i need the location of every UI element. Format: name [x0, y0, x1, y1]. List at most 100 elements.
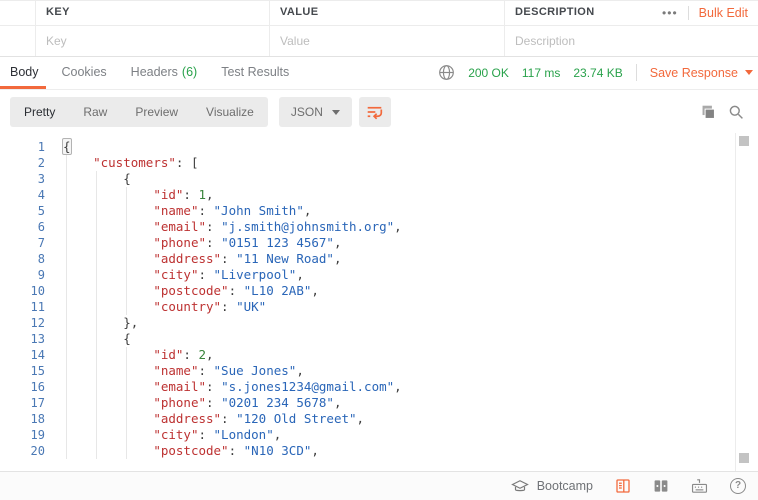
line-number: 3	[0, 171, 45, 187]
code-line-content: "id": 1,	[63, 187, 214, 203]
bulk-edit-button[interactable]: Bulk Edit	[699, 6, 748, 20]
view-mode-raw[interactable]: Raw	[69, 97, 121, 127]
save-response-label: Save Response	[650, 66, 738, 80]
params-table: KEY VALUE DESCRIPTION ••• Bulk Edit	[0, 0, 758, 57]
code-line: 12 },	[0, 315, 758, 331]
code-line: 17 "phone": "0201 234 5678",	[0, 395, 758, 411]
line-number: 1	[0, 139, 45, 155]
tab-cookies-label: Cookies	[62, 65, 107, 79]
code-line-content: {	[63, 139, 71, 155]
code-line: 4 "id": 1,	[0, 187, 758, 203]
code-line: 9 "city": "Liverpool",	[0, 267, 758, 283]
code-line-content: "country": "UK"	[63, 299, 266, 315]
more-options-button[interactable]: •••	[662, 3, 678, 23]
row-handle-cell	[0, 1, 36, 25]
value-input[interactable]	[270, 26, 504, 56]
code-editor[interactable]: 1{2 "customers": [3 {4 "id": 1,5 "name":…	[0, 133, 758, 471]
code-line: 13 {	[0, 331, 758, 347]
copy-icon[interactable]	[700, 104, 717, 121]
tab-test-results-label: Test Results	[221, 65, 289, 79]
line-number: 18	[0, 411, 45, 427]
scrollbar-thumb[interactable]	[739, 136, 749, 146]
view-mode-pretty[interactable]: Pretty	[10, 97, 69, 127]
code-line-content: },	[63, 315, 138, 331]
code-line: 18 "address": "120 Old Street",	[0, 411, 758, 427]
code-line: 1{	[0, 139, 758, 155]
search-icon[interactable]	[728, 104, 744, 120]
toolbar-right-icons	[700, 97, 744, 127]
tab-body[interactable]: Body	[0, 56, 50, 89]
code-line-content: "email": "s.jones1234@gmail.com",	[63, 379, 402, 395]
code-line-content: "postcode": "L10 2AB",	[63, 283, 319, 299]
tab-test-results[interactable]: Test Results	[209, 56, 301, 89]
line-number: 15	[0, 363, 45, 379]
scrollbar-thumb[interactable]	[739, 453, 749, 463]
response-time: 117 ms	[522, 66, 560, 80]
line-number: 17	[0, 395, 45, 411]
response-size: 23.74 KB	[573, 66, 622, 80]
column-header-value: VALUE	[270, 1, 505, 25]
line-number: 10	[0, 283, 45, 299]
code-line-content: "name": "John Smith",	[63, 203, 311, 219]
code-line: 7 "phone": "0151 123 4567",	[0, 235, 758, 251]
divider	[735, 133, 736, 471]
code-line: 15 "name": "Sue Jones",	[0, 363, 758, 379]
two-pane-view-icon[interactable]	[653, 478, 669, 494]
language-select-value: JSON	[291, 105, 323, 119]
line-number: 14	[0, 347, 45, 363]
code-line-content: "phone": "0201 234 5678",	[63, 395, 341, 411]
column-header-key: KEY	[36, 1, 270, 25]
code-line: 2 "customers": [	[0, 155, 758, 171]
line-number: 9	[0, 267, 45, 283]
line-number: 7	[0, 235, 45, 251]
build-panel-icon[interactable]	[615, 478, 631, 494]
language-select[interactable]: JSON	[279, 97, 352, 127]
save-response-button[interactable]: Save Response	[650, 66, 753, 80]
divider	[636, 64, 637, 81]
keyboard-shortcuts-icon[interactable]	[691, 478, 708, 494]
bootcamp-label: Bootcamp	[537, 479, 593, 493]
graduation-cap-icon	[511, 479, 529, 493]
params-input-row	[0, 26, 758, 57]
key-input[interactable]	[36, 26, 269, 56]
view-mode-switch: Pretty Raw Preview Visualize	[10, 97, 268, 127]
code-line-content: {	[63, 171, 131, 187]
tab-headers[interactable]: Headers(6)	[119, 56, 210, 89]
row-handle-cell	[0, 26, 36, 56]
column-header-value-label: VALUE	[270, 1, 504, 24]
view-mode-preview[interactable]: Preview	[121, 97, 192, 127]
line-number: 12	[0, 315, 45, 331]
code-lines: 1{2 "customers": [3 {4 "id": 1,5 "name":…	[0, 133, 758, 459]
help-icon[interactable]: ?	[730, 478, 746, 494]
code-line-content: "city": "Liverpool",	[63, 267, 304, 283]
code-line: 5 "name": "John Smith",	[0, 203, 758, 219]
code-line-content: "postcode": "N10 3CD",	[63, 443, 319, 459]
code-line: 20 "postcode": "N10 3CD",	[0, 443, 758, 459]
description-input[interactable]	[505, 26, 758, 56]
headers-count-badge: (6)	[182, 65, 197, 79]
code-line-content: "id": 2,	[63, 347, 214, 363]
line-number: 5	[0, 203, 45, 219]
code-line: 19 "city": "London",	[0, 427, 758, 443]
code-line: 10 "postcode": "L10 2AB",	[0, 283, 758, 299]
params-header-actions: ••• Bulk Edit	[662, 1, 748, 25]
postman-response-panel: KEY VALUE DESCRIPTION ••• Bulk Edit Body	[0, 0, 758, 500]
response-section-tabs: Body Cookies Headers(6) Test Results 200…	[0, 56, 758, 90]
bootcamp-button[interactable]: Bootcamp	[511, 479, 593, 493]
help-glyph: ?	[730, 478, 746, 494]
tab-list: Body Cookies Headers(6) Test Results	[0, 56, 301, 89]
network-globe-icon	[438, 64, 455, 81]
wrap-lines-icon	[366, 104, 383, 120]
chevron-down-icon	[332, 110, 340, 115]
code-line-content: "name": "Sue Jones",	[63, 363, 304, 379]
line-number: 11	[0, 299, 45, 315]
code-line-content: "customers": [	[63, 155, 198, 171]
beautify-button[interactable]	[359, 97, 391, 127]
status-code: 200 OK	[468, 66, 509, 80]
tab-cookies[interactable]: Cookies	[50, 56, 119, 89]
code-line-content: "phone": "0151 123 4567",	[63, 235, 341, 251]
code-line-content: "address": "120 Old Street",	[63, 411, 364, 427]
status-bar: Bootcamp ?	[0, 471, 758, 500]
code-line-content: {	[63, 331, 131, 347]
view-mode-visualize[interactable]: Visualize	[192, 97, 268, 127]
